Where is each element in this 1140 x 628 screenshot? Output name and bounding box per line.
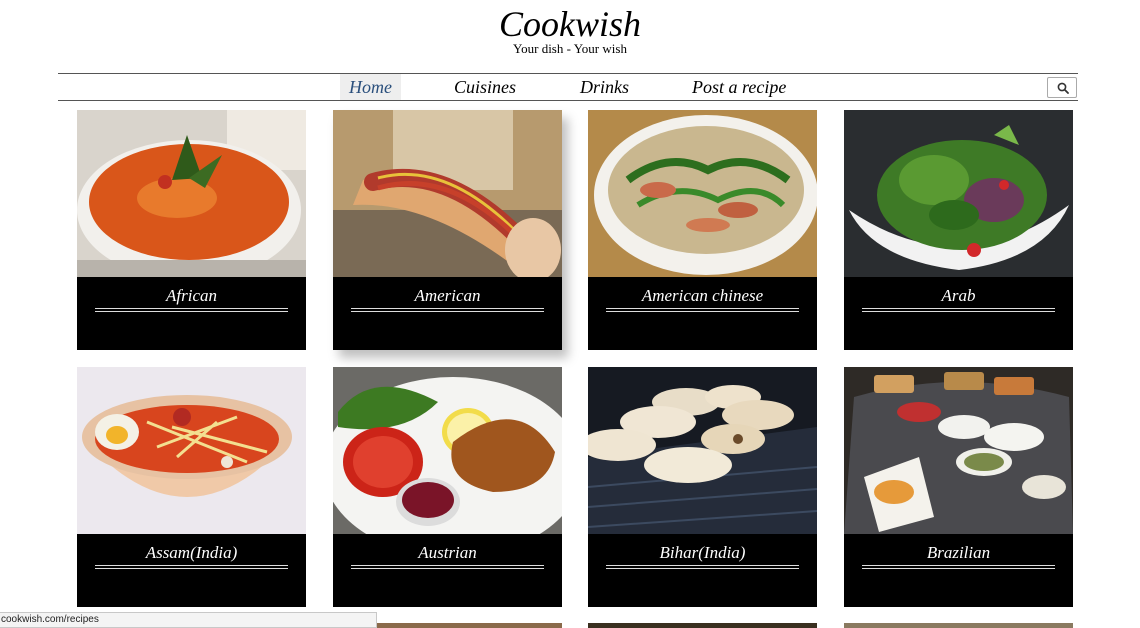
card-divider (862, 565, 1055, 569)
cuisine-label: Brazilian (926, 543, 991, 562)
nav-post-a-recipe[interactable]: Post a recipe (692, 74, 786, 100)
card-divider (351, 308, 544, 312)
cuisine-card-peek (588, 623, 817, 628)
cuisine-card-american-chinese[interactable]: American chinese (588, 110, 817, 350)
cuisine-label: Austrian (418, 543, 477, 562)
nav-drinks[interactable]: Drinks (580, 74, 629, 100)
cuisine-image-arab (844, 110, 1073, 277)
cuisine-label: Bihar(India) (659, 543, 746, 562)
cuisine-card-african[interactable]: African (77, 110, 306, 350)
search-button[interactable] (1047, 77, 1077, 98)
main-navbar: Home Cuisines Drinks Post a recipe (58, 73, 1078, 101)
card-divider (351, 565, 544, 569)
cuisine-label: African (166, 286, 217, 305)
cuisine-label: Arab (941, 286, 976, 305)
cuisine-card-assam-india[interactable]: Assam(India) (77, 367, 306, 607)
cuisine-card-arab[interactable]: Arab (844, 110, 1073, 350)
cuisine-image-assam-india (77, 367, 306, 534)
browser-status-url: cookwish.com/recipes (0, 612, 377, 628)
site-title[interactable]: Cookwish (0, 4, 1140, 44)
cuisine-image-african (77, 110, 306, 277)
cuisine-card-brazilian[interactable]: Brazilian (844, 367, 1073, 607)
cuisine-image-american (333, 110, 562, 277)
cuisine-image-brazilian (844, 367, 1073, 534)
cuisine-card-austrian[interactable]: Austrian (333, 367, 562, 607)
cuisine-label: Assam(India) (145, 543, 238, 562)
nav-cuisines[interactable]: Cuisines (454, 74, 516, 100)
card-divider (95, 308, 288, 312)
cuisine-image-bihar-india (588, 367, 817, 534)
cuisine-card-peek (844, 623, 1073, 628)
site-tagline: Your dish - Your wish (513, 41, 627, 56)
cuisine-label: American (414, 286, 481, 305)
nav-home[interactable]: Home (340, 74, 401, 100)
card-divider (95, 565, 288, 569)
cuisine-label: American chinese (641, 286, 764, 305)
cuisine-image-austrian (333, 367, 562, 534)
card-divider (862, 308, 1055, 312)
card-divider (606, 308, 799, 312)
card-divider (606, 565, 799, 569)
cuisine-card-bihar-india[interactable]: Bihar(India) (588, 367, 817, 607)
cuisine-image-american-chinese (588, 110, 817, 277)
cuisine-card-american[interactable]: American (333, 110, 562, 350)
search-icon (1057, 82, 1069, 94)
